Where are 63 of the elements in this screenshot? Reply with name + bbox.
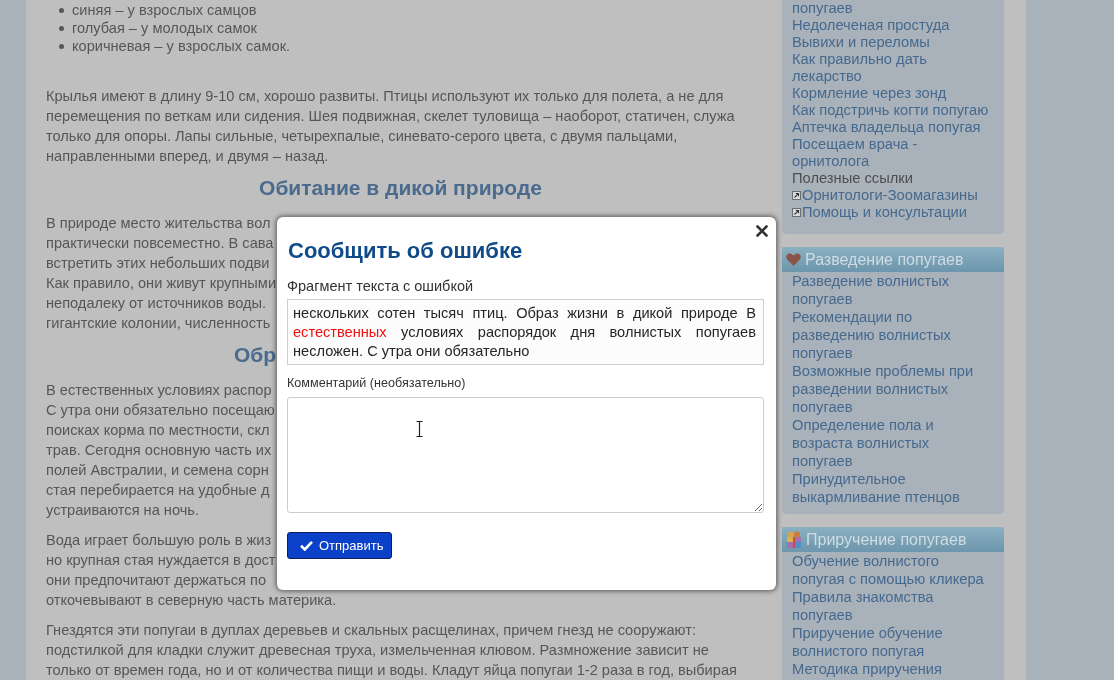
sidebar-link[interactable]: Принудительное выкармливание птенцов [792, 470, 991, 506]
paragraph-line: трав. Сегодня основную часть их [46, 441, 272, 460]
sidebar-link[interactable]: Разведение волнистых попугаев [792, 272, 991, 308]
paragraph-line: встретить этих небольших подви [46, 254, 270, 273]
sidebar-panel-title: Разведение попугаев [805, 250, 964, 269]
paragraph-line: стая перебирается на удобные д [46, 481, 270, 500]
sidebar-link[interactable]: Посещаем врача - орнитолога [792, 136, 991, 170]
comment-label: Комментарий (необязательно) [287, 376, 466, 391]
list-item-text: коричневая – у взрослых самок. [72, 37, 291, 55]
list-item-text: голубая – у молодых самок [72, 19, 257, 37]
sidebar-panel-title: Приручение попугаев [806, 530, 967, 549]
heart-icon [786, 253, 801, 266]
section-heading: Обитание в дикой природе [258, 176, 543, 200]
check-icon [300, 540, 313, 551]
external-link-icon [792, 191, 801, 200]
fragment-label: Фрагмент текста с ошибкой [287, 278, 474, 294]
sidebar-link[interactable]: Определение пола и возраста волнистых попугаев [792, 416, 991, 470]
paragraph-line: С утра они обязательно посещаю [46, 401, 275, 420]
paragraph-line: неподалеку от источников воды. [46, 294, 267, 313]
paragraph-line: откочевывают в северную часть материка. [46, 591, 337, 610]
error-fragment-box: нескольких сотен тысяч птиц. Образ жизни в дикой природе В естественных условиях распорядок дня волнистых попугаев несложен. С утра они обязательно [287, 299, 764, 365]
paragraph-line: В естественных условиях распор [46, 381, 272, 400]
sidebar-link[interactable]: Вывихи и переломы [792, 34, 991, 51]
bullet-icon [59, 7, 64, 13]
paragraph-line: поисках корма по местности, скл [46, 421, 270, 440]
sidebar-link[interactable]: Рекомендации по разведению волнистых попугаев [792, 308, 991, 362]
sidebar-link[interactable]: Методика приручения [792, 660, 991, 678]
sidebar-link[interactable]: Правила знакомства попугаев [792, 588, 991, 624]
sidebar-link[interactable]: Помощь и консультации [792, 204, 991, 221]
sidebar-link[interactable]: попугаев [792, 0, 991, 17]
paragraph-line: гигантские колонии, численность [46, 314, 271, 333]
sidebar-link[interactable]: Обучение волнистого попугая с помощью кликера [792, 552, 991, 588]
close-button[interactable] [755, 224, 769, 238]
gift-icon [786, 531, 802, 548]
paragraph-line: они предпочитают держаться по [46, 571, 267, 590]
paragraph-line: полей Австралии, и семена сорн [46, 461, 269, 480]
bullet-icon [59, 25, 64, 31]
sidebar-link[interactable]: Недолеченая простуда [792, 17, 991, 34]
paragraph-line: устраиваются на ночь. [46, 501, 199, 520]
sidebar-link[interactable]: Как подстричь когти попугаю [792, 102, 991, 119]
sidebar-link[interactable]: Возможные проблемы при разведении волнистых попугаев [792, 362, 991, 416]
sidebar-link[interactable]: Аптечка владельца попугая [792, 119, 991, 136]
paragraph-line: В природе место жительства вол [46, 214, 271, 233]
comment-field[interactable] [287, 397, 764, 513]
list-item-text: синяя – у взрослых самцов [72, 1, 257, 19]
bullet-icon [59, 43, 64, 49]
paragraph-line: практически повсеместно. В сава [46, 234, 274, 253]
article-paragraph: Гнездятся эти попугаи в дуплах деревьев и скальных расщелинах, причем гнезд не сооружают: подстилкой для кладки служит древесная труха, измельченная клювом. Размножение зависит не только от времен года, но и от количества пищи и воды. Кладут яйца попугаи 1-2 раза в год, выбирая [46, 621, 738, 680]
sidebar-link[interactable]: Кормление через зонд [792, 85, 991, 102]
dialog-title: Сообщить об ошибке [288, 238, 523, 264]
paragraph-line: но крупная стая нуждается в дост [46, 551, 276, 570]
sidebar-link[interactable]: Орнитологи-Зоомагазины [792, 187, 991, 204]
external-link-icon [792, 208, 801, 217]
article-paragraph: Крылья имеют в длину 9-10 см, хорошо развиты. Птицы используют их только для полета, а не для перемещения по веткам или сидения. Шея подвижная, скелет туловища – наоборот, статичен, служа только для опоры. Лапы сильные, четырехпалые, синевато-серого цвета, с двумя пальцами, направленными вперед, и двумя – назад. [46, 87, 736, 166]
sidebar-link[interactable]: Как правильно дать лекарство [792, 51, 991, 85]
close-icon [756, 225, 768, 237]
paragraph-line: Как правило, они живут крупными [46, 274, 277, 293]
submit-button[interactable]: Отправить [287, 532, 392, 559]
sidebar-link[interactable]: Приручение обучение волнистого попугая [792, 624, 991, 660]
paragraph-line: Вода играет большую роль в жиз [46, 531, 272, 550]
sidebar-label: Полезные ссылки [792, 170, 914, 187]
section-heading: Обр [234, 343, 277, 367]
text-cursor-icon [416, 421, 423, 437]
